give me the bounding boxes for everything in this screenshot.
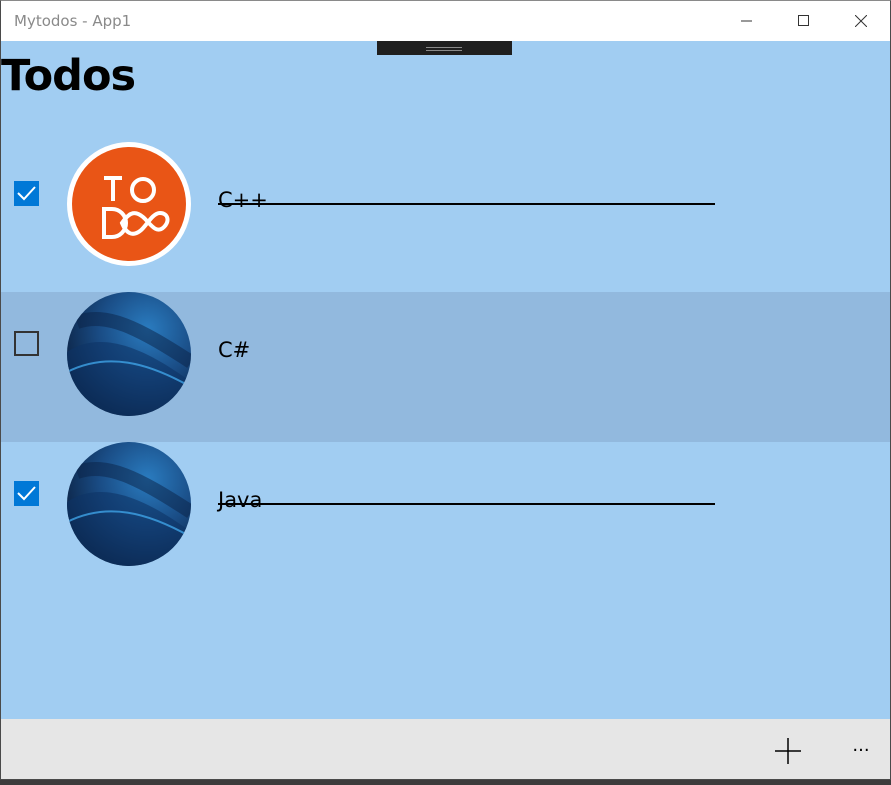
minimize-icon bbox=[741, 20, 752, 22]
blue-abstract-avatar bbox=[67, 292, 191, 416]
add-icon bbox=[775, 738, 801, 764]
command-bar: ··· bbox=[1, 719, 890, 779]
checkmark-icon bbox=[17, 486, 36, 501]
todo-checkbox[interactable] bbox=[14, 481, 39, 506]
todo-item[interactable]: C++ bbox=[1, 142, 890, 292]
todo-label: C++ bbox=[218, 188, 268, 212]
add-button[interactable] bbox=[771, 734, 805, 768]
more-button[interactable]: ··· bbox=[847, 737, 875, 765]
maximize-icon bbox=[798, 15, 809, 26]
background-strip bbox=[0, 780, 891, 785]
todo-checkbox[interactable] bbox=[14, 331, 39, 356]
todo-logo-avatar bbox=[67, 142, 191, 266]
title-bar[interactable]: Mytodos - App1 bbox=[1, 1, 890, 41]
strikethrough-line bbox=[218, 203, 715, 205]
drag-handle[interactable] bbox=[377, 41, 512, 55]
todo-item[interactable]: Java bbox=[1, 442, 890, 592]
blue-abstract-avatar bbox=[67, 442, 191, 566]
todo-item[interactable]: C# bbox=[1, 292, 890, 442]
todo-label: C# bbox=[218, 338, 251, 362]
page-title: Todos bbox=[1, 51, 136, 101]
maximize-button[interactable] bbox=[776, 1, 833, 41]
checkmark-icon bbox=[17, 186, 36, 201]
grip-line bbox=[426, 47, 462, 48]
close-button[interactable] bbox=[833, 1, 890, 41]
todo-checkbox[interactable] bbox=[14, 181, 39, 206]
close-icon bbox=[855, 15, 867, 27]
grip-line bbox=[426, 50, 462, 51]
todo-logo-icon bbox=[72, 147, 186, 261]
app-window: Mytodos - App1 Todos C++ C# Java ··· bbox=[0, 0, 891, 780]
window-title: Mytodos - App1 bbox=[14, 12, 132, 30]
todo-label: Java bbox=[218, 488, 263, 512]
strikethrough-line bbox=[218, 503, 715, 505]
minimize-button[interactable] bbox=[719, 1, 776, 41]
